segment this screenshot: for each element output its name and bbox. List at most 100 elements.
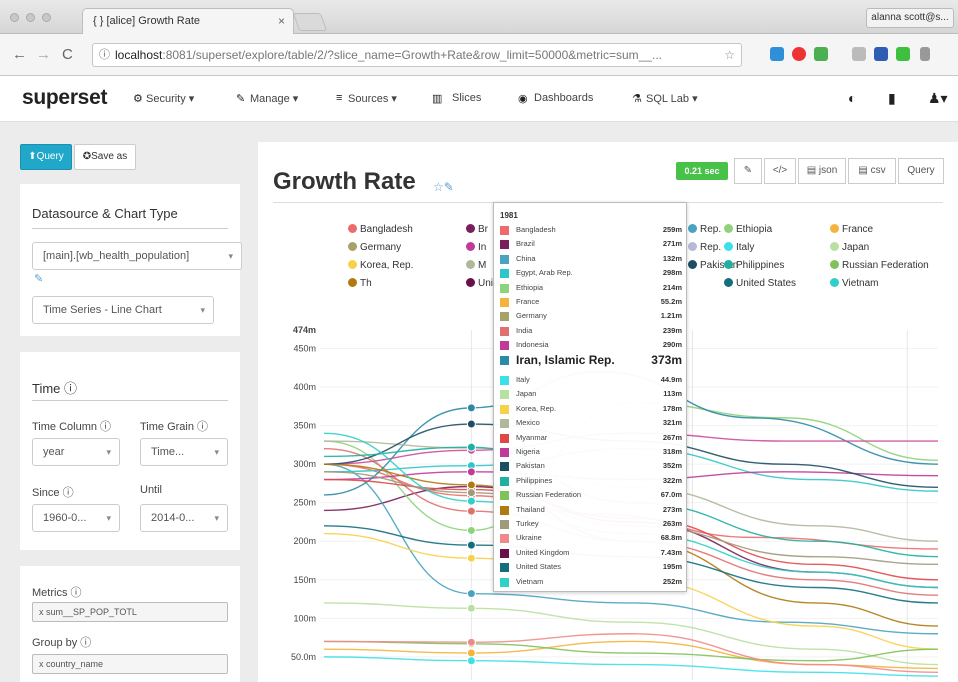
hover-point bbox=[466, 467, 476, 477]
hover-point bbox=[466, 403, 476, 413]
nav-sql-lab[interactable]: SQL Lab ▾ bbox=[646, 92, 698, 105]
browser-profile-chip[interactable]: alanna scott@s... bbox=[866, 8, 954, 28]
hover-point bbox=[466, 525, 476, 535]
query-button[interactable]: ⬆Query bbox=[20, 144, 72, 170]
y-tick-label: 250m bbox=[293, 498, 316, 508]
tooltip-swatch bbox=[500, 505, 509, 515]
tooltip-series-name: Egypt, Arab Rep. bbox=[516, 268, 573, 278]
hover-point bbox=[466, 637, 476, 647]
close-window-icon[interactable] bbox=[10, 13, 19, 22]
tooltip-row: India 239m bbox=[500, 324, 682, 338]
tooltip-swatch bbox=[500, 520, 509, 529]
user-icon[interactable]: ♟▾ bbox=[928, 90, 948, 107]
tooltip-header: 1981 bbox=[500, 211, 518, 220]
tooltip-series-name: India bbox=[516, 325, 533, 335]
nav-sources[interactable]: Sources ▾ bbox=[348, 92, 397, 105]
tooltip-series-name: Nigeria bbox=[516, 447, 540, 456]
tooltip-series-name: Philippines bbox=[516, 475, 553, 485]
time-section-title: Time ⓘ bbox=[32, 381, 78, 396]
menu-icon[interactable] bbox=[920, 47, 930, 61]
new-tab-button[interactable] bbox=[292, 13, 328, 31]
book-icon[interactable]: ▮ bbox=[888, 90, 896, 107]
tooltip-swatch bbox=[500, 462, 509, 472]
tooltip-series-value: 195m bbox=[662, 562, 682, 572]
save-as-button[interactable]: ✪Save as bbox=[74, 144, 136, 170]
tooltip-series-value: 68.8m bbox=[660, 533, 682, 543]
chevron-down-icon: ▾ bbox=[200, 305, 205, 315]
tooltip-series-name: Brazil bbox=[516, 239, 535, 249]
extension-icon[interactable] bbox=[852, 47, 866, 61]
time-panel: Time ⓘ Time Column ⓘ Time Grain ⓘ year ▾… bbox=[20, 352, 240, 550]
datasource-select[interactable]: [main].[wb_health_population] ▾ bbox=[32, 242, 242, 270]
divider bbox=[32, 400, 228, 401]
tooltip-row: Thailand 273m bbox=[500, 503, 682, 517]
tooltip-series-name: United Kingdom bbox=[516, 547, 570, 557]
time-grain-select[interactable]: Time... ▾ bbox=[140, 438, 228, 466]
tooltip-series-value: 259m bbox=[662, 225, 682, 234]
extension-icon[interactable] bbox=[874, 47, 888, 61]
until-value: 2014-0... bbox=[151, 512, 195, 524]
nav-dashboards[interactable]: Dashboards bbox=[534, 92, 593, 104]
tooltip-series-value: 252m bbox=[662, 576, 682, 586]
tooltip-series-name: Pakistan bbox=[516, 461, 545, 471]
y-tick-label: 200m bbox=[293, 536, 316, 546]
time-grain-value: Time... bbox=[151, 446, 185, 458]
nav-security[interactable]: Security ▾ bbox=[146, 92, 194, 105]
nav-manage[interactable]: Manage ▾ bbox=[250, 92, 298, 105]
tooltip-row: France 55.2m bbox=[500, 295, 682, 309]
tooltip-series-name: Myanmar bbox=[516, 432, 548, 442]
reload-icon[interactable]: C bbox=[62, 46, 73, 63]
y-tick-label: 150m bbox=[293, 575, 316, 585]
metric-tag[interactable]: x sum__SP_POP_TOTL bbox=[32, 602, 228, 622]
tooltip-series-value: 290m bbox=[662, 340, 682, 350]
tab-close-icon[interactable]: × bbox=[278, 9, 285, 33]
brand-logo[interactable]: superset bbox=[22, 86, 107, 110]
since-value: 1960-0... bbox=[43, 512, 87, 524]
opera-extension-icon[interactable] bbox=[792, 47, 806, 61]
url-bar[interactable]: ⓘ localhost:8081/superset/explore/table/… bbox=[92, 43, 742, 67]
bar-chart-icon: ▥ bbox=[432, 93, 443, 105]
viz-type-value: Time Series - Line Chart bbox=[43, 304, 162, 316]
bookmark-star-icon[interactable]: ☆ bbox=[724, 44, 735, 66]
minimize-window-icon[interactable] bbox=[26, 13, 35, 22]
until-select[interactable]: 2014-0... ▾ bbox=[140, 504, 228, 532]
y-tick-label: 474m bbox=[293, 325, 316, 335]
y-tick-label: 350m bbox=[293, 421, 316, 431]
tooltip-series-value: 67.0m bbox=[660, 490, 682, 500]
tooltip-series-value: 273m bbox=[662, 504, 682, 514]
back-icon[interactable]: ← bbox=[12, 46, 27, 63]
y-tick-label: 50.0m bbox=[291, 652, 316, 662]
tooltip-series-name: Bangladesh bbox=[516, 225, 556, 234]
query-panel: Metrics ⓘ x sum__SP_POP_TOTL Group by ⓘ … bbox=[20, 566, 240, 682]
tooltip-swatch bbox=[500, 240, 509, 250]
site-info-icon[interactable]: ⓘ bbox=[99, 44, 110, 66]
since-select[interactable]: 1960-0... ▾ bbox=[32, 504, 120, 532]
extension-icon[interactable] bbox=[814, 47, 828, 61]
tooltip-series-value: 263m bbox=[662, 519, 682, 528]
time-column-select[interactable]: year ▾ bbox=[32, 438, 120, 466]
browser-tab[interactable]: { } [alice] Growth Rate × bbox=[82, 8, 294, 34]
extension-icon[interactable] bbox=[896, 47, 910, 61]
tooltip-series-value: 1.21m bbox=[660, 311, 682, 321]
tooltip-row: Iran, Islamic Rep. 373m bbox=[500, 353, 682, 367]
extension-icon[interactable] bbox=[770, 47, 784, 61]
database-icon: ≡ bbox=[336, 92, 343, 104]
forward-icon[interactable]: → bbox=[36, 46, 51, 63]
metrics-label: Metrics ⓘ bbox=[32, 587, 82, 599]
tooltip-series-value: 322m bbox=[662, 475, 682, 485]
tooltip-swatch bbox=[500, 283, 509, 293]
tooltip-row: Germany 1.21m bbox=[500, 309, 682, 323]
tooltip-series-value: 352m bbox=[662, 461, 682, 471]
edit-datasource-icon[interactable]: ✎ bbox=[34, 272, 43, 285]
github-icon[interactable]: ◐ bbox=[848, 90, 856, 106]
url-path: :8081/superset/explore/table/2/?slice_na… bbox=[162, 48, 662, 62]
group-by-label: Group by ⓘ bbox=[32, 637, 92, 649]
viz-type-select[interactable]: Time Series - Line Chart ▾ bbox=[32, 296, 214, 324]
y-tick-label: 450m bbox=[293, 344, 316, 354]
tooltip-series-name: Italy bbox=[516, 375, 530, 384]
nav-slices[interactable]: Slices bbox=[452, 92, 481, 104]
maximize-window-icon[interactable] bbox=[42, 13, 51, 22]
tooltip-series-name: Indonesia bbox=[516, 340, 549, 350]
group-by-tag[interactable]: x country_name bbox=[32, 654, 228, 674]
dashboard-icon: ◉ bbox=[518, 93, 528, 105]
